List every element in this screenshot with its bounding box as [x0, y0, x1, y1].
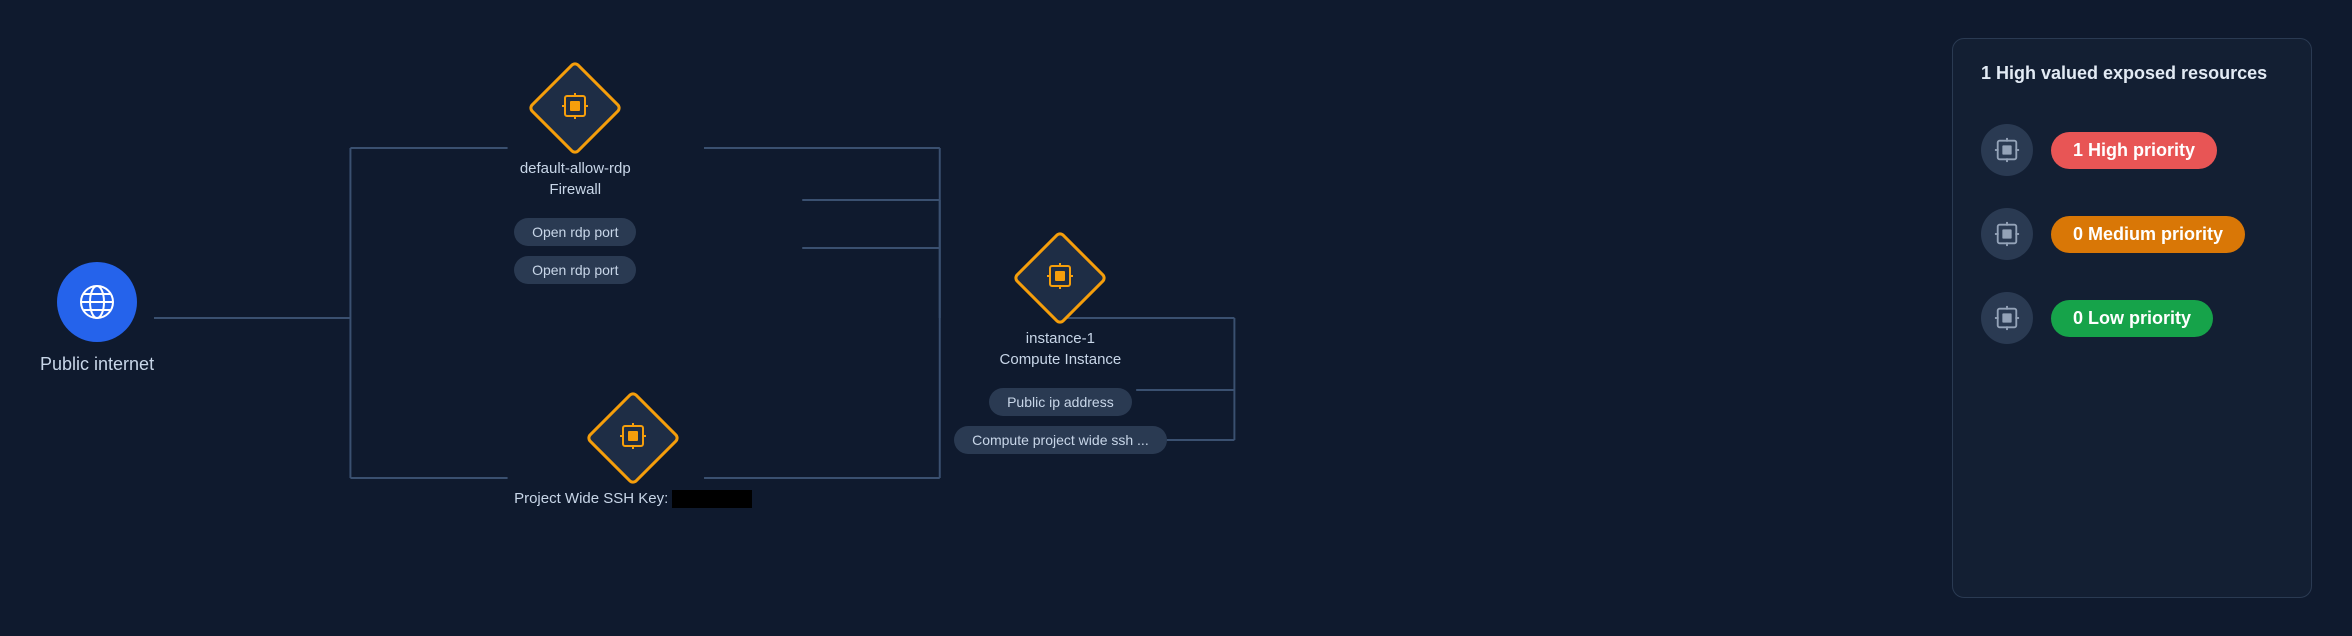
- firewall-diamond: [535, 68, 615, 148]
- high-priority-badge: 1 High priority: [2051, 132, 2217, 169]
- ssh-diamond: [593, 398, 673, 478]
- firewall-chip-icon: [561, 92, 589, 125]
- compute-node: instance-1 Compute Instance Public ip ad…: [954, 238, 1167, 454]
- flow-area: default-allow-rdp Firewall Open rdp port…: [154, 0, 1922, 636]
- compute-tag-1: Public ip address: [989, 388, 1132, 416]
- high-priority-icon-circle: [1981, 124, 2033, 176]
- compute-label: instance-1 Compute Instance: [1000, 328, 1122, 370]
- public-internet-label: Public internet: [40, 354, 154, 375]
- diagram-container: Public internet: [40, 0, 2312, 636]
- ssh-chip-icon: [619, 422, 647, 455]
- ssh-label: Project Wide SSH Key:: [514, 488, 752, 509]
- compute-chip-icon: [1046, 262, 1074, 295]
- medium-priority-badge: 0 Medium priority: [2051, 216, 2245, 253]
- high-priority-row: 1 High priority: [1981, 124, 2283, 176]
- low-priority-icon-circle: [1981, 292, 2033, 344]
- redacted-value: [672, 490, 752, 508]
- medium-priority-row: 0 Medium priority: [1981, 208, 2283, 260]
- compute-tags: Public ip address Compute project wide s…: [954, 388, 1167, 454]
- firewall-label: default-allow-rdp Firewall: [520, 158, 631, 200]
- firewall-tag-2: Open rdp port: [514, 256, 636, 284]
- public-internet-node: Public internet: [40, 262, 154, 375]
- compute-diamond: [1020, 238, 1100, 318]
- compute-tag-2: Compute project wide ssh ...: [954, 426, 1167, 454]
- right-panel: 1 High valued exposed resources 1 High p…: [1952, 38, 2312, 598]
- low-priority-badge: 0 Low priority: [2051, 300, 2213, 337]
- low-priority-row: 0 Low priority: [1981, 292, 2283, 344]
- firewall-tags: Open rdp port Open rdp port: [514, 218, 636, 284]
- medium-priority-icon-circle: [1981, 208, 2033, 260]
- public-internet-icon: [57, 262, 137, 342]
- firewall-tag-1: Open rdp port: [514, 218, 636, 246]
- ssh-key-node: Project Wide SSH Key:: [514, 398, 752, 509]
- panel-title: 1 High valued exposed resources: [1981, 63, 2283, 84]
- firewall-node: default-allow-rdp Firewall Open rdp port…: [514, 68, 636, 284]
